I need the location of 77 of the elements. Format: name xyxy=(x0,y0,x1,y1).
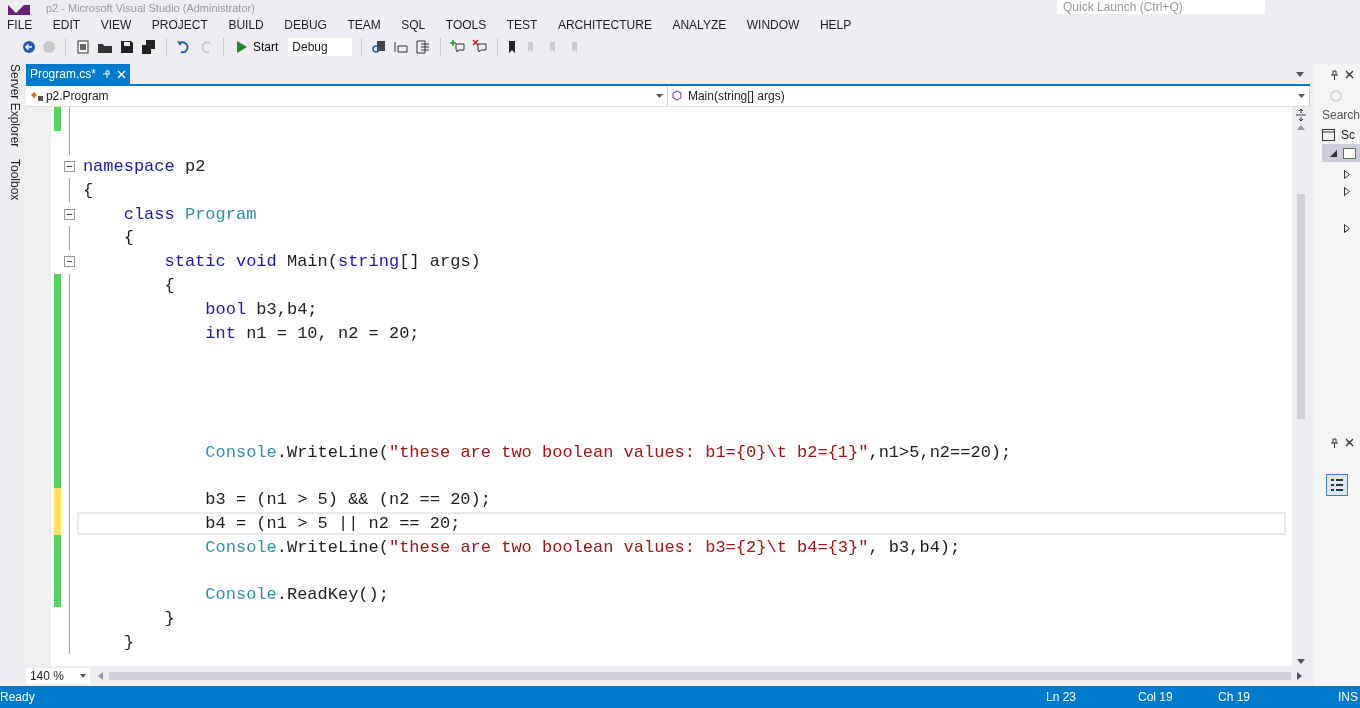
collapse-icon[interactable] xyxy=(64,256,76,268)
scroll-down-icon[interactable] xyxy=(1296,659,1305,664)
menu-item[interactable]: SQL xyxy=(401,18,426,32)
pin-icon[interactable] xyxy=(1329,438,1339,448)
code-line: bool b3,b4; xyxy=(204,299,318,319)
menu-item[interactable]: TEST xyxy=(506,18,538,32)
quick-launch-field[interactable]: Quick Launch (Ctrl+Q) xyxy=(1057,0,1265,14)
save-icon[interactable] xyxy=(119,39,135,55)
line-indicator: Ln 23 xyxy=(1046,690,1078,704)
code-line: { xyxy=(163,275,175,295)
expanded-icon[interactable] xyxy=(1329,149,1337,157)
scrollbar-thumb[interactable] xyxy=(108,672,1291,680)
indent-icon[interactable] xyxy=(393,39,410,55)
code-line: static void Main(string[] args) xyxy=(163,252,481,272)
menu-item[interactable]: FILE xyxy=(7,18,33,32)
tree-item[interactable]: Sc xyxy=(1340,128,1355,142)
close-icon[interactable] xyxy=(1344,70,1354,79)
code-line: Console.WriteLine("these are two boolean values: b3={2}\t b4={3}", b3,b4); xyxy=(204,537,961,557)
list-icon[interactable] xyxy=(415,39,432,55)
tab-list-icon[interactable] xyxy=(1295,71,1304,77)
menu-item[interactable]: TOOLS xyxy=(445,18,487,32)
pin-icon[interactable] xyxy=(1329,70,1339,80)
side-tab[interactable]: Server Explorer xyxy=(0,64,22,148)
properties-icon[interactable] xyxy=(1325,474,1348,496)
code-line: b4 = (n1 > 5 || n2 == 20; xyxy=(204,513,461,533)
split-icon[interactable] xyxy=(1295,109,1306,121)
logo-icon xyxy=(6,5,32,15)
code-line: class Program xyxy=(122,204,257,224)
csharp-project-icon xyxy=(1342,147,1356,159)
code-line: { xyxy=(122,228,134,248)
collapse-icon[interactable] xyxy=(64,208,76,220)
solution-icon xyxy=(1321,129,1335,141)
window-title: p2 - Microsoft Visual Studio (Administrator) xyxy=(46,1,255,15)
undo-icon[interactable] xyxy=(176,39,192,55)
menu-item[interactable]: ANALYZE xyxy=(672,18,727,32)
configuration-dropdown[interactable]: Debug xyxy=(288,38,353,56)
type-dropdown[interactable]: p2.Program xyxy=(25,86,668,106)
menu-item[interactable]: BUILD xyxy=(228,18,264,32)
collapse-icon[interactable] xyxy=(64,161,76,172)
menu-item[interactable]: TEAM xyxy=(347,18,381,32)
menu-item[interactable]: EDIT xyxy=(52,18,81,32)
code-line: b3 = (n1 > 5) && (n2 == 20); xyxy=(204,490,491,510)
bookmark-icon[interactable] xyxy=(507,39,518,55)
side-tab[interactable]: Toolbox xyxy=(0,159,22,201)
class-icon xyxy=(29,90,44,102)
code-line: Console.WriteLine("these are two boolean values: b1={0}\t b2={1}",n1>5,n2==20); xyxy=(204,442,1012,462)
character-indicator: Ch 19 xyxy=(1218,690,1252,704)
save-all-icon[interactable] xyxy=(141,39,157,55)
comment-icon[interactable] xyxy=(450,39,467,55)
menu-item[interactable]: ARCHITECTURE xyxy=(557,18,652,32)
code-line: } xyxy=(163,609,175,629)
menu-item[interactable]: DEBUG xyxy=(284,18,327,32)
search-field[interactable]: Search xyxy=(1321,108,1360,122)
play-icon xyxy=(237,41,247,53)
scroll-right-icon[interactable] xyxy=(1296,672,1302,680)
new-project-icon[interactable] xyxy=(75,39,91,55)
insert-mode-indicator: INS xyxy=(1338,690,1359,704)
zoom-dropdown[interactable]: 140 % xyxy=(25,668,90,684)
code-line: int n1 = 10, n2 = 20; xyxy=(204,323,420,343)
menu-item[interactable]: PROJECT xyxy=(151,18,208,32)
menu-item[interactable]: HELP xyxy=(819,18,852,32)
collapsed-icon[interactable] xyxy=(1343,224,1350,233)
member-dropdown[interactable]: Main(string[] args) xyxy=(667,86,1310,106)
start-button[interactable]: Start xyxy=(233,38,283,56)
uncomment-icon[interactable] xyxy=(472,39,489,55)
find-icon[interactable] xyxy=(371,39,388,55)
column-indicator: Col 19 xyxy=(1138,690,1174,704)
close-icon[interactable] xyxy=(1344,438,1354,447)
status-message: Ready xyxy=(0,690,36,704)
scrollbar-thumb[interactable] xyxy=(1296,194,1305,419)
code-line: Console.ReadKey(); xyxy=(204,585,389,605)
code-line: } xyxy=(122,632,134,652)
back-icon[interactable] xyxy=(22,40,36,54)
menu-item[interactable]: WINDOW xyxy=(746,18,800,32)
code-line: { xyxy=(82,180,94,200)
code-line: namespace p2 xyxy=(82,157,206,176)
menu-item[interactable]: VIEW xyxy=(100,18,132,32)
